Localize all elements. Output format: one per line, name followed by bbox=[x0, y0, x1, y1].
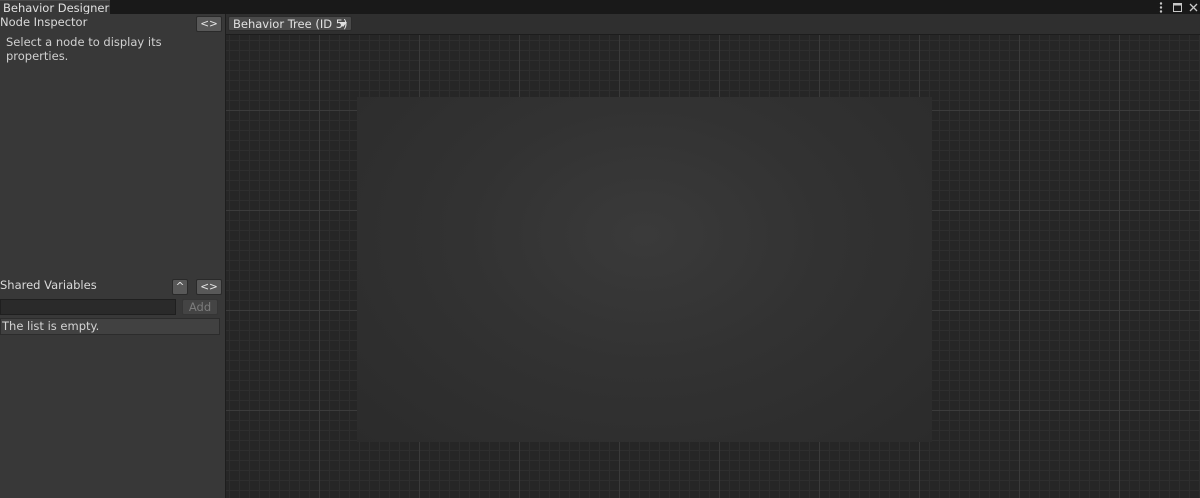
graph-canvas[interactable]: Behavior Tree (ID 5) bbox=[226, 14, 1200, 498]
dropdown-arrow-icon bbox=[339, 22, 347, 27]
left-panel: Node Inspector <> Select a node to displ… bbox=[0, 14, 226, 498]
behavior-tree-dropdown[interactable]: Behavior Tree (ID 5) bbox=[228, 16, 352, 31]
inspector-empty-message: Select a node to display its properties. bbox=[6, 35, 162, 63]
shared-variables-header: Shared Variables ^ <> bbox=[0, 277, 225, 295]
kebab-menu-icon[interactable] bbox=[1156, 1, 1166, 13]
add-variable-button[interactable]: Add bbox=[182, 299, 218, 315]
graph-toolbar: Behavior Tree (ID 5) bbox=[226, 14, 1200, 35]
variable-list-empty: The list is empty. bbox=[0, 318, 220, 335]
variable-name-input[interactable] bbox=[0, 299, 176, 315]
behavior-designer-tab[interactable]: Behavior Designer bbox=[0, 0, 110, 15]
window-controls bbox=[1156, 0, 1198, 14]
graph-empty-canvas-area[interactable] bbox=[357, 97, 932, 442]
node-inspector-title: Node Inspector bbox=[0, 15, 88, 29]
close-icon[interactable] bbox=[1188, 1, 1198, 13]
shared-variables-collapse-button[interactable]: ^ bbox=[172, 279, 188, 295]
shared-variables-toggle-button[interactable]: <> bbox=[196, 279, 222, 295]
inspector-toggle-button[interactable]: <> bbox=[196, 16, 222, 32]
shared-variables-title: Shared Variables bbox=[0, 278, 97, 292]
node-inspector-header: Node Inspector <> bbox=[0, 14, 225, 32]
maximize-icon[interactable] bbox=[1172, 1, 1182, 13]
behavior-tree-dropdown-label: Behavior Tree (ID 5) bbox=[233, 17, 348, 31]
window-title-bar: Behavior Designer bbox=[0, 0, 1200, 15]
